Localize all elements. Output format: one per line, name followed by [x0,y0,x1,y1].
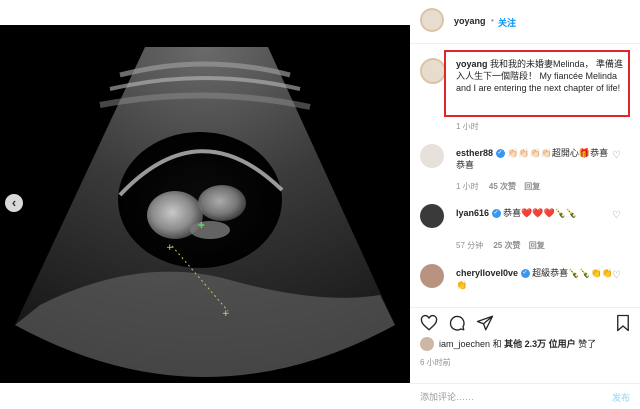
comment-bubble-icon[interactable] [448,314,466,332]
likes-liked: 赞了 [578,339,597,349]
add-comment-input[interactable] [420,389,590,405]
comment-text: 恭喜❤️❤️❤️🍾🍾 [503,208,578,218]
author-avatar[interactable] [420,8,444,32]
comment-item: lyan616 ✓ 恭喜❤️❤️❤️🍾🍾 [456,207,616,219]
share-send-icon[interactable] [476,314,494,332]
comment-likes[interactable]: 45 次赞 [489,182,516,191]
caption-avatar[interactable] [420,58,446,84]
post-timestamp: 6 小时前 [420,358,451,367]
separator-dot: • [491,16,494,25]
post-panel: yoyang • 关注 yoyang 我和我的未婚妻Melinda， 準備進入人… [410,0,640,409]
reply-button[interactable]: 回复 [524,182,540,191]
like-heart-icon[interactable] [420,314,438,332]
comment-meta: 1 小时 45 次赞 回复 [456,181,540,192]
ultrasound-image: + + ✚ [15,47,395,377]
comment-item: cheryllovel0ve ✓ 超級恭喜🍾🍾👏👏👏 [456,267,616,291]
like-comment-heart-icon[interactable]: ♡ [612,210,621,221]
comment-time: 1 小时 [456,182,479,191]
like-comment-heart-icon[interactable]: ♡ [612,270,621,281]
comment-username[interactable]: lyan616 [456,208,489,218]
comment-username[interactable]: cheryllovel0ve [456,268,518,278]
liker-username[interactable]: iam_joechen [439,339,490,349]
caption: yoyang 我和我的未婚妻Melinda， 準備進入人生下一個階段！ My f… [456,58,624,94]
svg-text:+: + [222,309,230,319]
caption-time: 1 小时 [456,122,479,131]
comment-time: 57 分钟 [456,241,484,250]
comment-avatar[interactable] [420,144,444,168]
comment-item: esther88 ✓ 👏🏻👏🏻👏🏻👏🏻超開心🎁恭喜恭喜 [456,147,616,171]
svg-text:✚: ✚ [198,221,205,230]
post-actions: iam_joechen 和 其他 2.3万 位用户 赞了 6 小时前 [410,307,640,383]
previous-chevron-icon[interactable]: ‹ [5,194,23,212]
author-username[interactable]: yoyang [454,16,486,26]
comment-avatar[interactable] [420,204,444,228]
reply-button[interactable]: 回复 [529,241,545,250]
post-comment-button[interactable]: 发布 [612,391,630,404]
verified-badge-icon: ✓ [491,209,501,219]
liker-avatar[interactable] [420,337,434,351]
post-media[interactable]: + + ✚ ‹ [0,25,410,383]
likes-and: 和 [492,339,502,349]
verified-badge-icon: ✓ [495,149,505,159]
post-header: yoyang • 关注 [410,0,640,44]
caption-username[interactable]: yoyang [456,59,488,69]
comment-avatar[interactable] [420,264,444,288]
comment-username[interactable]: esther88 [456,148,493,158]
likes-summary: iam_joechen 和 其他 2.3万 位用户 赞了 [439,338,634,350]
comment-meta: 57 分钟 25 次赞 回复 [456,240,545,251]
follow-button[interactable]: 关注 [498,16,516,29]
comment-likes[interactable]: 25 次赞 [493,241,520,250]
like-comment-heart-icon[interactable]: ♡ [612,150,621,161]
verified-badge-icon: ✓ [520,269,530,279]
svg-text:+: + [166,243,174,253]
add-comment-bar: 发布 [410,383,640,409]
likes-others[interactable]: 其他 2.3万 位用户 [504,339,576,349]
save-bookmark-icon[interactable] [614,314,632,332]
